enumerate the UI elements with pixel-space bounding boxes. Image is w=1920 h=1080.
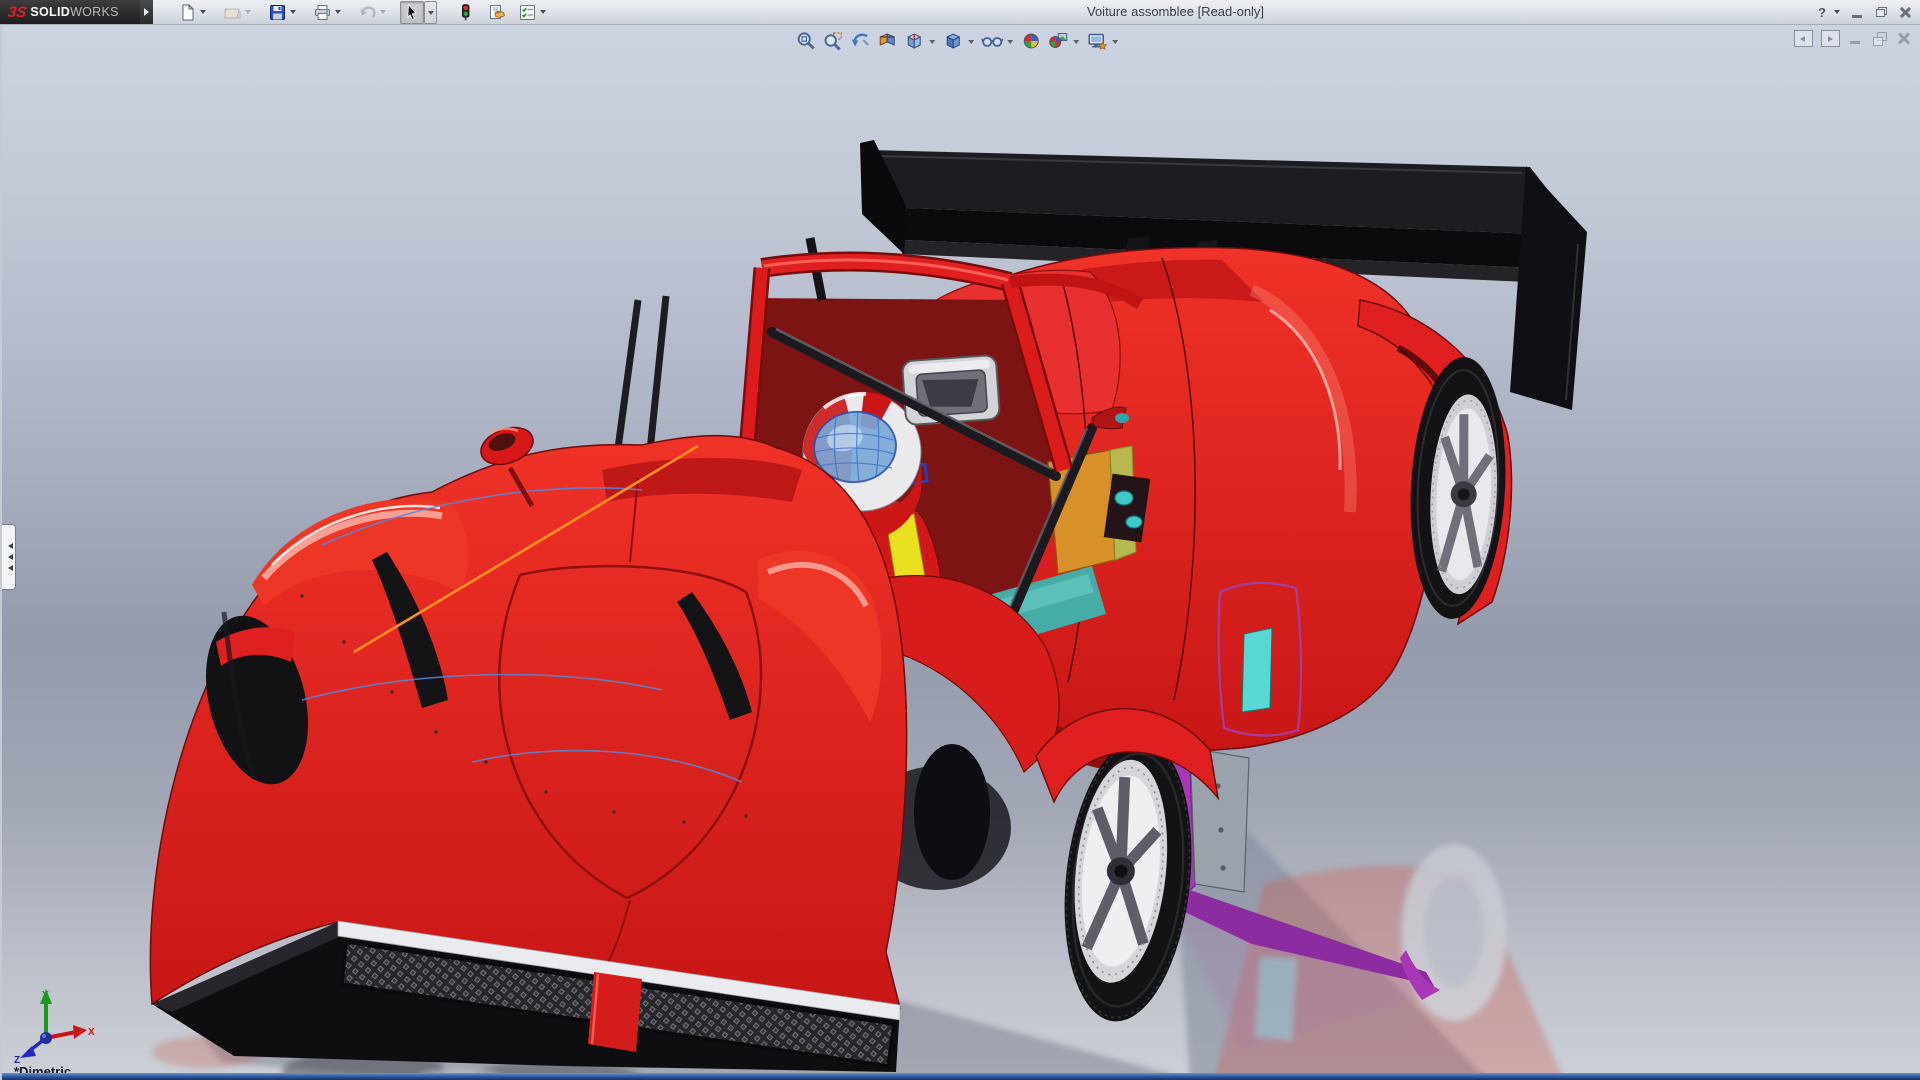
view-orientation-dropdown[interactable]: [929, 40, 935, 47]
flyout-arrow-icon: [144, 8, 153, 16]
new-document-button[interactable]: [175, 1, 199, 24]
view-orientation-icon: [904, 31, 924, 51]
view-settings-dropdown[interactable]: [1112, 40, 1118, 47]
select-tool-button[interactable]: [400, 1, 424, 24]
air-intake[interactable]: [902, 355, 1000, 425]
hide-show-items-button[interactable]: [980, 29, 1004, 53]
expand-tree-icon: [5, 565, 13, 571]
undo-button[interactable]: [355, 1, 379, 24]
minimize-button[interactable]: [1848, 3, 1866, 21]
view-settings-icon: [1087, 31, 1107, 51]
collapse-pane-right-button[interactable]: [1821, 30, 1840, 47]
close-document-button[interactable]: [1896, 31, 1912, 47]
restore-document-button[interactable]: [1872, 31, 1888, 47]
apply-scene-icon: [1048, 31, 1068, 51]
display-style-icon: [943, 31, 963, 51]
graphics-viewport[interactable]: Y X Z *Dimetric: [0, 24, 1920, 1080]
menu-flyout-button[interactable]: [140, 0, 153, 24]
pane-right-icon: [1828, 36, 1836, 42]
display-style-dropdown[interactable]: [968, 40, 974, 47]
save-button[interactable]: [265, 1, 289, 24]
new-document-icon: [179, 4, 196, 21]
section-view-button[interactable]: [875, 29, 899, 53]
apply-scene-button[interactable]: [1046, 29, 1070, 53]
titlebar: 3S SOLID WORKS: [0, 0, 1920, 25]
triad-z-label: Z: [14, 1055, 20, 1064]
window-bottom-edge: [2, 1073, 1920, 1080]
brand-solid: SOLID: [30, 5, 70, 19]
options-checklist-icon: [519, 4, 536, 21]
new-dropdown[interactable]: [200, 10, 206, 17]
expand-tree-icon: [5, 554, 13, 560]
document-window-controls: [1794, 30, 1912, 47]
zoom-to-fit-icon: [796, 31, 816, 51]
restore-button[interactable]: [1872, 3, 1890, 21]
undo-dropdown: [380, 10, 386, 17]
edit-appearance-button[interactable]: [1019, 29, 1043, 53]
undo-arrow-icon: [359, 4, 376, 21]
collapse-pane-left-button[interactable]: [1794, 30, 1813, 47]
hide-show-items-dropdown[interactable]: [1007, 40, 1013, 47]
reference-triad: Y X Z: [12, 986, 96, 1064]
pane-left-icon: [1797, 36, 1805, 42]
appearance-ball-icon: [1021, 31, 1041, 51]
print-dropdown[interactable]: [335, 10, 341, 17]
open-dropdown: [245, 10, 251, 17]
open-button[interactable]: [220, 1, 244, 24]
save-floppy-icon: [269, 4, 286, 21]
minimize-document-button[interactable]: [1848, 31, 1864, 47]
help-button[interactable]: ?: [1817, 5, 1827, 20]
triad-y-label: Y: [42, 990, 49, 1001]
previous-view-button[interactable]: [848, 29, 872, 53]
options-dropdown[interactable]: [540, 10, 546, 17]
zoom-to-area-button[interactable]: [821, 29, 845, 53]
standard-toolbar: [175, 1, 558, 24]
close-button[interactable]: [1896, 3, 1914, 21]
titlebar-window-controls: ?: [1817, 0, 1914, 24]
previous-view-icon: [850, 31, 870, 51]
select-dropdown[interactable]: [424, 1, 437, 24]
race-car-model[interactable]: [2, 24, 1920, 1080]
solidworks-logo-icon: 3S: [7, 4, 28, 21]
rebuild-stoplight-button[interactable]: [453, 1, 477, 24]
file-properties-button[interactable]: [485, 1, 509, 24]
heads-up-view-toolbar: [794, 29, 1121, 53]
document-title: Voiture assomblee [Read-only]: [1087, 4, 1264, 19]
triad-x-label: X: [88, 1027, 95, 1038]
expand-tree-icon: [5, 543, 13, 549]
print-icon: [314, 4, 331, 21]
view-orientation-button[interactable]: [902, 29, 926, 53]
feature-tree-collapsed-tab[interactable]: [2, 524, 16, 590]
options-button[interactable]: [515, 1, 539, 24]
display-style-button[interactable]: [941, 29, 965, 53]
select-cursor-icon: [404, 4, 420, 21]
solidworks-logo: 3S SOLID WORKS: [0, 0, 140, 24]
side-window-teal: [1242, 628, 1272, 712]
file-properties-icon: [488, 4, 506, 21]
help-dropdown[interactable]: [1834, 10, 1840, 17]
apply-scene-dropdown[interactable]: [1073, 40, 1079, 47]
zoom-to-fit-button[interactable]: [794, 29, 818, 53]
view-settings-button[interactable]: [1085, 29, 1109, 53]
open-folder-icon: [224, 4, 241, 21]
print-button[interactable]: [310, 1, 334, 24]
brand-works: WORKS: [70, 5, 119, 19]
eyeglasses-icon: [981, 31, 1003, 51]
stoplight-icon: [457, 4, 474, 21]
section-view-icon: [877, 31, 897, 51]
save-dropdown[interactable]: [290, 10, 296, 17]
zoom-to-area-icon: [823, 31, 843, 51]
